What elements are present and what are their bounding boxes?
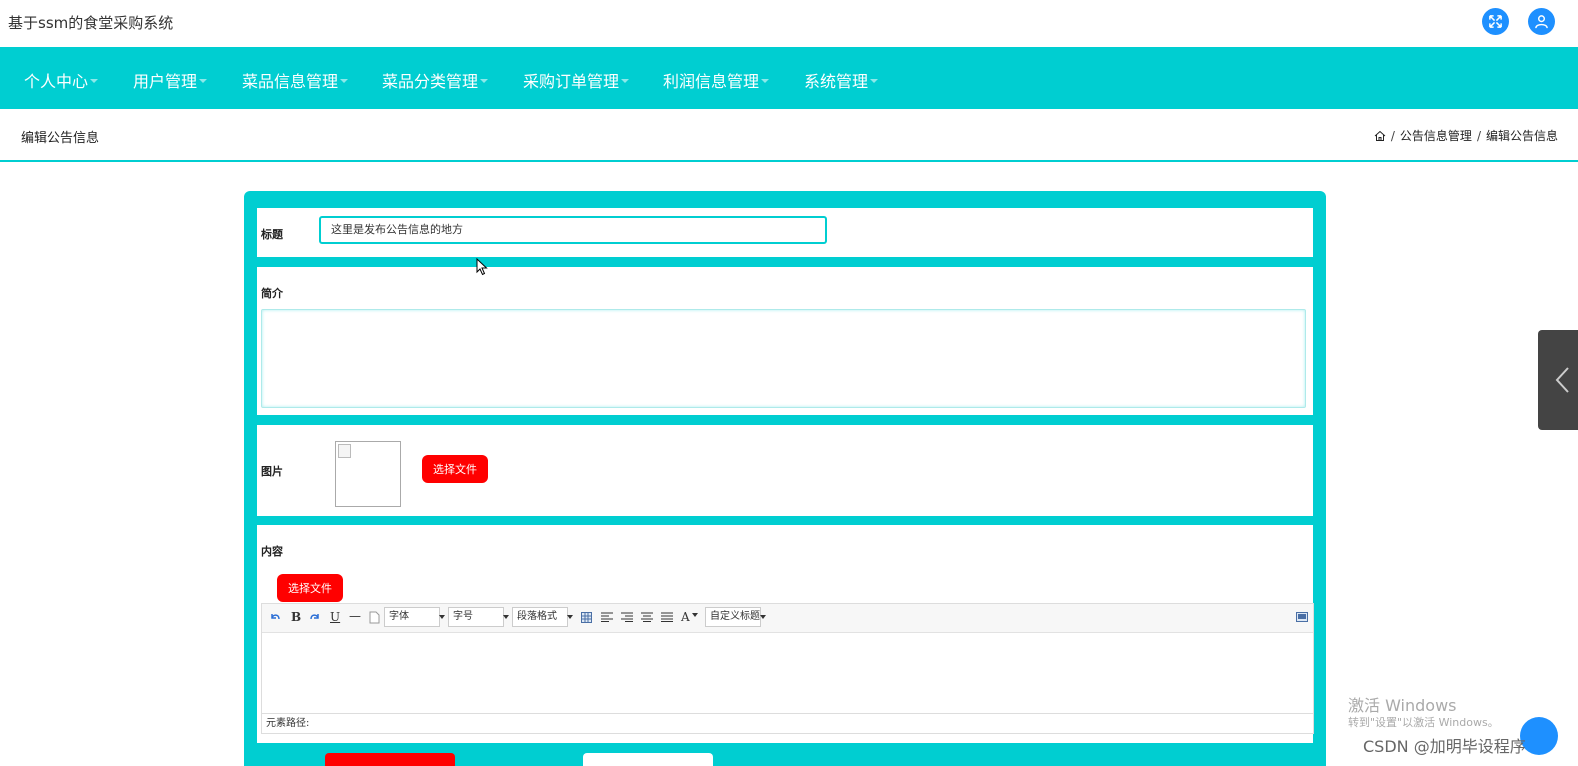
nav-item-personal-center[interactable]: 个人中心	[24, 68, 99, 92]
align-center-icon[interactable]	[641, 612, 653, 622]
intro-row: 简介	[257, 267, 1313, 415]
main-nav: 个人中心 用户管理 菜品信息管理 菜品分类管理 采购订单管理 利润信息管理 系统…	[0, 47, 1578, 109]
nav-label: 个人中心	[24, 72, 89, 91]
align-justify-icon[interactable]	[661, 612, 673, 622]
breadcrumb: / 公告信息管理 / 编辑公告信息	[1374, 127, 1558, 144]
font-family-select[interactable]: 字体	[384, 607, 445, 627]
title-input[interactable]: 这里是发布公告信息的地方	[319, 216, 827, 244]
fullscreen-icon	[1489, 15, 1502, 28]
custom-title-select[interactable]: 自定义标题	[705, 607, 766, 627]
nav-label: 用户管理	[133, 72, 198, 91]
nav-label: 采购订单管理	[523, 72, 620, 91]
breadcrumb-item: 编辑公告信息	[1485, 129, 1558, 143]
breadcrumb-separator: /	[1476, 128, 1481, 143]
font-size-select[interactable]: 字号	[448, 607, 509, 627]
chevron-down-icon	[870, 79, 879, 83]
underline-icon[interactable]: U	[330, 610, 340, 624]
image-choose-file-button[interactable]: 选择文件	[422, 455, 488, 483]
app-title: 基于ssm的食堂采购系统	[8, 14, 174, 32]
content-row: 内容 选择文件 B U — 字体 字号 段落格式 A 自定义标题 元素路径:	[257, 525, 1314, 743]
nav-label: 系统管理	[804, 72, 869, 91]
size-select-label: 字号	[453, 611, 473, 622]
content-label: 内容	[261, 545, 283, 558]
intro-textarea[interactable]	[261, 309, 1306, 408]
cancel-button[interactable]	[583, 753, 713, 766]
align-right-icon[interactable]	[621, 612, 633, 622]
image-label: 图片	[261, 465, 283, 478]
nav-label: 利润信息管理	[663, 72, 760, 91]
chevron-down-icon	[90, 79, 99, 83]
home-icon[interactable]	[1374, 130, 1386, 142]
rich-text-editor: B U — 字体 字号 段落格式 A 自定义标题 元素路径:	[261, 603, 1314, 734]
nav-label: 菜品信息管理	[242, 72, 339, 91]
mouse-cursor-icon	[476, 258, 488, 276]
align-left-icon[interactable]	[601, 612, 613, 622]
nav-item-profit-info[interactable]: 利润信息管理	[663, 68, 770, 92]
dropdown-arrow-icon	[439, 615, 445, 619]
windows-activation-hint: 转到"设置"以激活 Windows。	[1348, 716, 1499, 729]
breadcrumb-item[interactable]: 公告信息管理	[1400, 127, 1472, 144]
broken-image-icon	[338, 444, 351, 458]
image-preview	[335, 441, 401, 507]
nav-item-system[interactable]: 系统管理	[804, 68, 879, 92]
chevron-left-icon	[1555, 367, 1569, 393]
chevron-down-icon	[621, 79, 630, 83]
page-header: 编辑公告信息 / 公告信息管理 / 编辑公告信息	[0, 109, 1578, 162]
nav-item-purchase-orders[interactable]: 采购订单管理	[523, 68, 630, 92]
font-color-icon[interactable]: A	[681, 610, 690, 624]
breadcrumb-separator: /	[1390, 128, 1395, 143]
page-title: 编辑公告信息	[21, 131, 100, 146]
nav-item-dish-info[interactable]: 菜品信息管理	[242, 68, 349, 92]
dropdown-arrow-icon	[760, 615, 766, 619]
top-bar: 基于ssm的食堂采购系统	[0, 0, 1578, 47]
intro-label: 简介	[261, 287, 283, 300]
fullscreen-button[interactable]	[1482, 8, 1509, 35]
chevron-down-icon	[340, 79, 349, 83]
chevron-down-icon	[761, 79, 770, 83]
horizontal-rule-icon[interactable]: —	[349, 609, 361, 623]
side-panel-toggle[interactable]	[1538, 330, 1578, 430]
font-select-label: 字体	[389, 611, 409, 622]
new-document-icon[interactable]	[369, 611, 380, 624]
bold-icon[interactable]: B	[291, 610, 301, 624]
csdn-credit: CSDN @加明毕设程序	[1363, 737, 1526, 756]
title-row: 标题 这里是发布公告信息的地方	[257, 208, 1313, 257]
dropdown-arrow-icon	[503, 615, 509, 619]
chevron-down-icon	[199, 79, 208, 83]
source-code-icon[interactable]	[1296, 611, 1308, 623]
editor-status-bar: 元素路径:	[262, 713, 1313, 733]
nav-label: 菜品分类管理	[382, 72, 479, 91]
editor-toolbar: B U — 字体 字号 段落格式 A 自定义标题	[262, 604, 1313, 633]
title-label: 标题	[261, 228, 283, 241]
custom-title-select-label: 自定义标题	[710, 611, 760, 622]
table-icon[interactable]	[581, 612, 592, 623]
user-icon	[1535, 15, 1548, 29]
undo-icon[interactable]	[269, 611, 281, 623]
paragraph-select-label: 段落格式	[517, 611, 557, 622]
content-choose-file-button[interactable]: 选择文件	[277, 574, 343, 602]
user-button[interactable]	[1528, 8, 1555, 35]
image-row: 图片 选择文件	[257, 425, 1313, 516]
font-color-dropdown-icon[interactable]	[692, 613, 698, 617]
paragraph-format-select[interactable]: 段落格式	[512, 607, 573, 627]
dropdown-arrow-icon	[567, 615, 573, 619]
nav-item-user-management[interactable]: 用户管理	[133, 68, 208, 92]
windows-activation-title: 激活 Windows	[1348, 696, 1457, 715]
chevron-down-icon	[480, 79, 489, 83]
edit-form: 标题 这里是发布公告信息的地方 简介 图片 选择文件 内容 选择文件 B U —…	[244, 191, 1326, 766]
nav-item-dish-category[interactable]: 菜品分类管理	[382, 68, 489, 92]
submit-button[interactable]	[325, 753, 455, 766]
redo-icon[interactable]	[309, 611, 321, 623]
